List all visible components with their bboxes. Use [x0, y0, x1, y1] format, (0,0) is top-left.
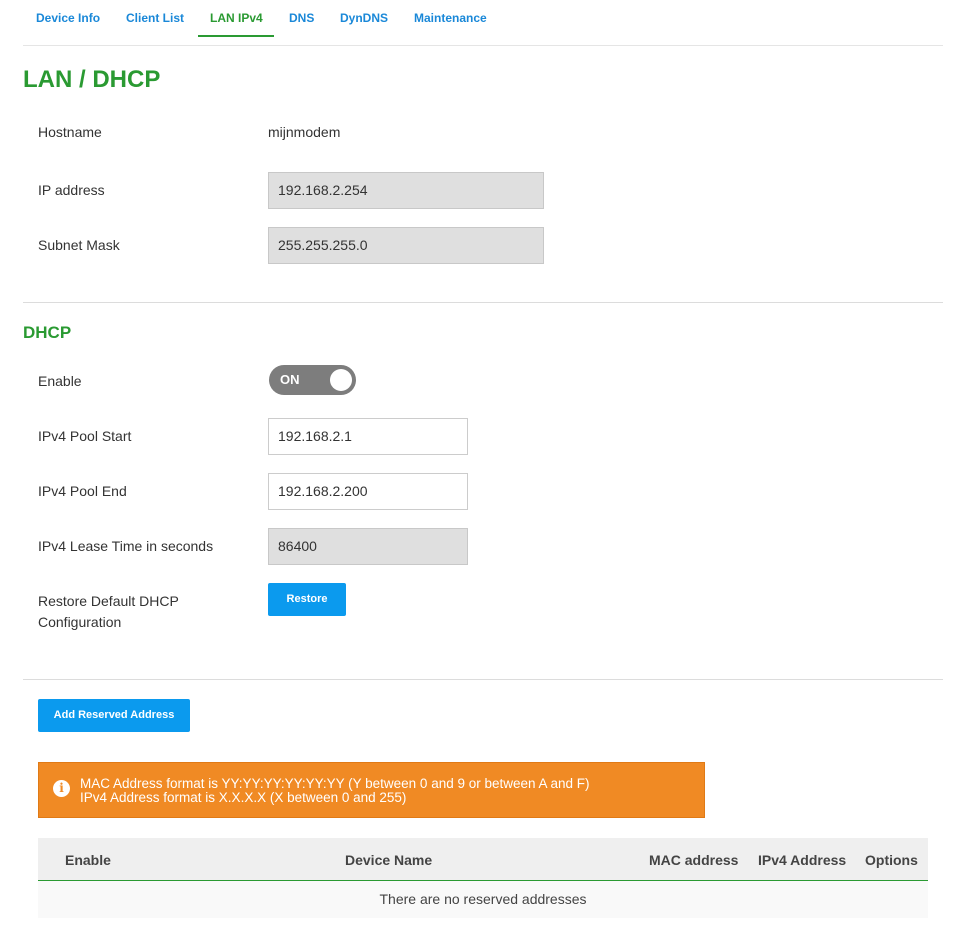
tab-bar: Device Info Client List LAN IPv4 DNS Dyn…: [23, 0, 943, 46]
dhcp-enable-label: Enable: [38, 373, 82, 389]
column-header-device-name: Device Name: [345, 852, 433, 868]
alert-ipv4-format: IPv4 Address format is X.X.X.X (X betwee…: [80, 790, 407, 805]
reserved-addresses-table: Enable Device Name MAC address IPv4 Addr…: [38, 838, 928, 918]
restore-dhcp-label-line2: Configuration: [38, 614, 122, 630]
lease-time-label: IPv4 Lease Time in seconds: [38, 538, 214, 554]
column-header-ipv4-address: IPv4 Address: [758, 852, 847, 868]
tab-lan-ipv4[interactable]: LAN IPv4: [210, 11, 263, 25]
subnet-mask-field: 255.255.255.0: [268, 227, 544, 264]
section-divider: [23, 679, 943, 680]
info-icon: i: [53, 780, 70, 797]
restore-button[interactable]: Restore: [268, 583, 346, 616]
toggle-state-text: ON: [280, 372, 300, 387]
tab-device-info[interactable]: Device Info: [36, 11, 100, 25]
restore-dhcp-label-line1: Restore Default DHCP: [38, 593, 179, 609]
pool-start-input[interactable]: 192.168.2.1: [268, 418, 468, 455]
table-header: Enable Device Name MAC address IPv4 Addr…: [38, 838, 928, 881]
table-row: There are no reserved addresses: [38, 881, 928, 918]
ip-address-label: IP address: [38, 182, 105, 198]
pool-start-label: IPv4 Pool Start: [38, 428, 132, 444]
ip-address-field: 192.168.2.254: [268, 172, 544, 209]
alert-mac-format: MAC Address format is YY:YY:YY:YY:YY:YY …: [80, 776, 590, 791]
section-divider: [23, 302, 943, 303]
tab-dns[interactable]: DNS: [289, 11, 314, 25]
pool-end-label: IPv4 Pool End: [38, 483, 127, 499]
active-tab-indicator: [198, 35, 274, 37]
toggle-knob: [330, 369, 352, 391]
dhcp-section-title: DHCP: [23, 323, 72, 342]
hostname-value: mijnmodem: [268, 124, 341, 140]
hostname-label: Hostname: [38, 124, 102, 140]
column-header-enable: Enable: [65, 852, 111, 868]
tab-maintenance[interactable]: Maintenance: [414, 11, 487, 25]
subnet-mask-label: Subnet Mask: [38, 237, 120, 253]
column-header-mac-address: MAC address: [649, 852, 739, 868]
tab-client-list[interactable]: Client List: [126, 11, 184, 25]
page-title: LAN / DHCP: [23, 66, 161, 93]
add-reserved-address-button[interactable]: Add Reserved Address: [38, 699, 190, 732]
tab-dyndns[interactable]: DynDNS: [340, 11, 388, 25]
empty-table-message: There are no reserved addresses: [379, 891, 587, 907]
pool-end-input[interactable]: 192.168.2.200: [268, 473, 468, 510]
format-info-alert: i MAC Address format is YY:YY:YY:YY:YY:Y…: [38, 762, 705, 818]
dhcp-enable-toggle[interactable]: ON: [269, 365, 356, 395]
lease-time-field: 86400: [268, 528, 468, 565]
column-header-options: Options: [865, 852, 918, 868]
